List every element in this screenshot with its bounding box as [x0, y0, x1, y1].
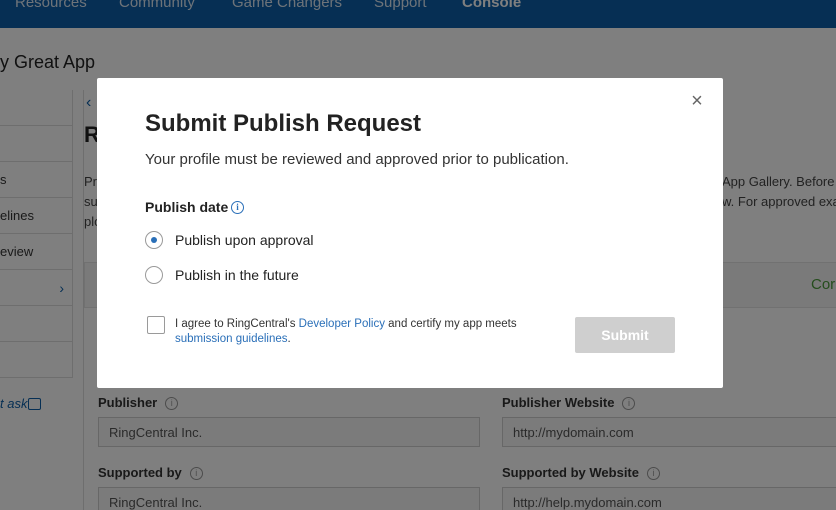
- publish-date-label: Publish date: [145, 199, 229, 215]
- radio-label[interactable]: Publish upon approval: [175, 232, 314, 248]
- agree-text: and certify my app meets: [384, 318, 517, 330]
- close-icon[interactable]: ×: [688, 91, 706, 111]
- developer-policy-link[interactable]: Developer Policy: [299, 318, 385, 330]
- agree-checkbox[interactable]: [147, 316, 165, 334]
- submit-publish-dialog: × Submit Publish Request Your profile mu…: [97, 78, 723, 388]
- agree-text: I agree to RingCentral's: [175, 318, 299, 330]
- agreement-text: I agree to RingCentral's Developer Polic…: [175, 317, 555, 347]
- radio-button[interactable]: [145, 231, 163, 249]
- submission-guidelines-link[interactable]: submission guidelines: [175, 333, 288, 345]
- dialog-subtitle: Your profile must be reviewed and approv…: [145, 151, 569, 168]
- agree-text: .: [287, 333, 291, 345]
- radio-label[interactable]: Publish in the future: [175, 267, 299, 283]
- radio-button[interactable]: [145, 266, 163, 284]
- submit-button[interactable]: Submit: [575, 317, 675, 353]
- info-icon[interactable]: i: [231, 201, 244, 214]
- dialog-title: Submit Publish Request: [145, 110, 422, 137]
